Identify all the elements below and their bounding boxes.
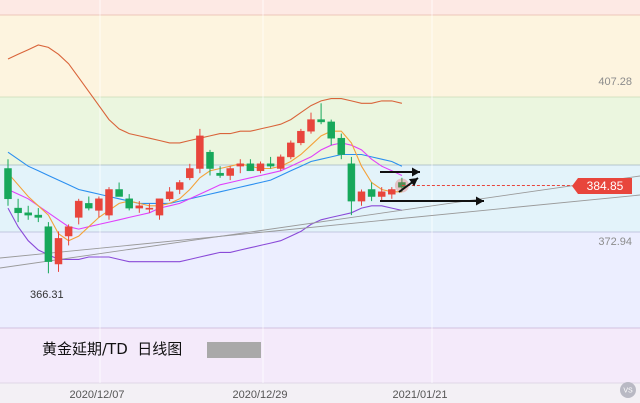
- redacted-box: [207, 342, 261, 358]
- x-tick-1: 2020/12/07: [69, 389, 124, 401]
- low-price-annotation: 366.31: [30, 289, 64, 301]
- x-tick-2: 2020/12/29: [232, 389, 287, 401]
- chart-title: 黄金延期/TD 日线图: [42, 340, 182, 358]
- title-block: 黄金延期/TD 日线图: [42, 340, 261, 358]
- watermark-logo: VS: [620, 382, 636, 398]
- candle: [297, 128, 305, 146]
- price-label-upper: 407.28: [598, 76, 632, 88]
- svg-text:VS: VS: [623, 388, 633, 395]
- x-tick-3: 2021/01/21: [392, 389, 447, 401]
- candle: [276, 154, 285, 171]
- candle: [287, 140, 295, 160]
- candle: [105, 187, 113, 220]
- current-price-label: 384.85: [587, 179, 624, 193]
- gold-td-daily-chart: 407.28 372.94 384.85 366.31 黄金延期/TD 日线图 …: [0, 0, 640, 403]
- price-label-lower: 372.94: [598, 236, 632, 248]
- current-price-tag: 384.85: [572, 178, 632, 194]
